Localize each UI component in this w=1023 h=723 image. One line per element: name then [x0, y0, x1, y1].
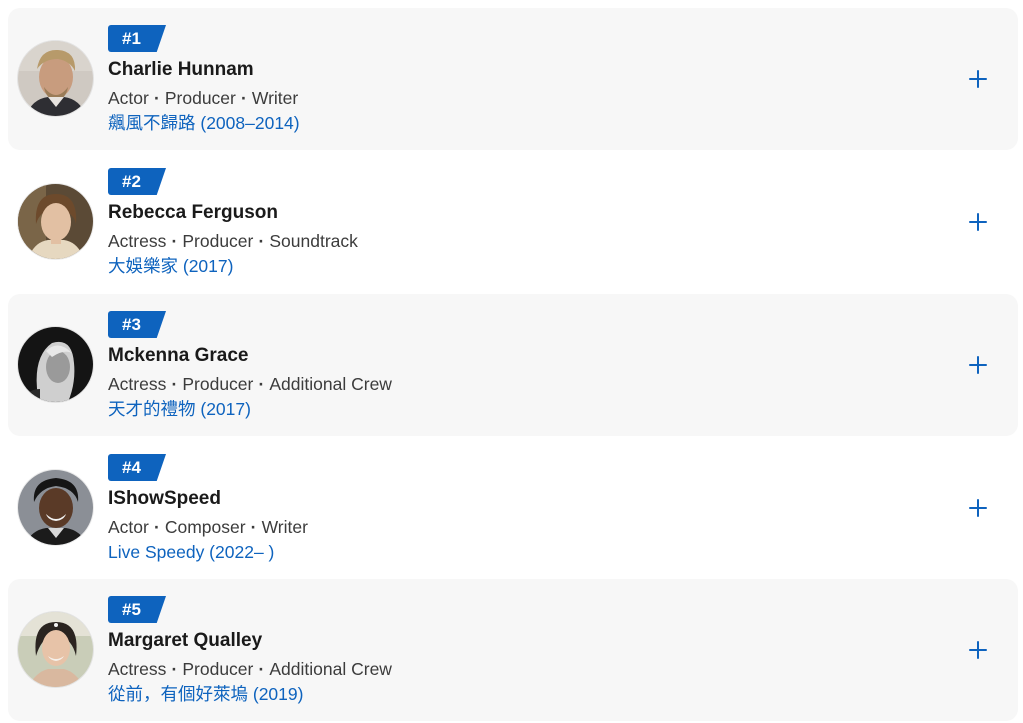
role-label: Producer — [182, 374, 254, 394]
person-name[interactable]: Rebecca Ferguson — [108, 201, 278, 225]
person-photo-icon — [18, 41, 93, 116]
known-for-link[interactable]: 從前，有個好萊塢 (2019) — [108, 682, 303, 706]
list-item: #3 Mckenna Grace Actress · Producer · Additi… — [8, 294, 1018, 436]
rank-badge: #5 — [108, 596, 166, 623]
person-photo-icon — [18, 327, 93, 402]
role-label: Composer — [164, 517, 246, 537]
known-for-link[interactable]: Live Speedy (2022– ) — [108, 540, 274, 564]
role-label: Producer — [182, 659, 254, 679]
person-roles: Actress · Producer · Additional Crew — [108, 372, 392, 396]
person-roles: Actress · Producer · Additional Crew — [108, 657, 392, 681]
role-label: Producer — [164, 88, 236, 108]
role-label: Additional Crew — [269, 374, 392, 394]
known-for-link[interactable]: 大娛樂家 (2017) — [108, 254, 233, 278]
role-separator: · — [250, 517, 257, 537]
role-separator: · — [258, 231, 265, 251]
role-separator: · — [153, 517, 160, 537]
person-name[interactable]: IShowSpeed — [108, 487, 221, 511]
role-label: Writer — [261, 517, 308, 537]
person-roles: Actress · Producer · Soundtrack — [108, 229, 358, 253]
person-photo-icon — [18, 612, 93, 687]
list-item: #1 Charlie Hunnam Actor · Producer · Writer … — [8, 8, 1018, 150]
role-separator: · — [258, 659, 265, 679]
plus-icon[interactable] — [962, 63, 994, 95]
role-label: Actor — [108, 88, 149, 108]
list-item: #4 IShowSpeed Actor · Composer · Writer Live… — [8, 437, 1018, 579]
role-separator: · — [171, 374, 178, 394]
avatar[interactable] — [18, 327, 93, 402]
role-label: Writer — [251, 88, 299, 108]
person-name[interactable]: Charlie Hunnam — [108, 58, 254, 82]
role-label: Additional Crew — [269, 659, 392, 679]
person-roles: Actor · Composer · Writer — [108, 515, 308, 539]
rank-badge: #2 — [108, 168, 166, 195]
role-separator: · — [258, 374, 265, 394]
role-separator: · — [240, 88, 247, 108]
avatar[interactable] — [18, 470, 93, 545]
role-separator: · — [171, 231, 178, 251]
person-name[interactable]: Margaret Qualley — [108, 629, 262, 653]
known-for-link[interactable]: 天才的禮物 (2017) — [108, 397, 251, 421]
role-label: Actress — [108, 231, 167, 251]
person-roles: Actor · Producer · Writer — [108, 86, 298, 110]
list-item: #2 Rebecca Ferguson Actress · Producer · Sou… — [8, 151, 1018, 293]
person-photo-icon — [18, 184, 93, 259]
role-label: Actress — [108, 374, 167, 394]
role-label: Producer — [182, 231, 254, 251]
plus-icon[interactable] — [962, 634, 994, 666]
plus-icon[interactable] — [962, 349, 994, 381]
rank-badge: #1 — [108, 25, 166, 52]
rank-badge: #3 — [108, 311, 166, 338]
role-label: Actor — [108, 517, 149, 537]
role-label: Actress — [108, 659, 167, 679]
person-name[interactable]: Mckenna Grace — [108, 344, 248, 368]
plus-icon[interactable] — [962, 206, 994, 238]
role-separator: · — [153, 88, 160, 108]
person-photo-icon — [18, 470, 93, 545]
role-separator: · — [171, 659, 178, 679]
plus-icon[interactable] — [962, 492, 994, 524]
known-for-link[interactable]: 飆風不歸路 (2008–2014) — [108, 111, 300, 135]
rank-badge: #4 — [108, 454, 166, 481]
avatar[interactable] — [18, 41, 93, 116]
list-item: #5 Margaret Qualley Actress · Producer · Add… — [8, 579, 1018, 721]
people-list: #1 Charlie Hunnam Actor · Producer · Writer … — [0, 0, 1023, 723]
avatar[interactable] — [18, 184, 93, 259]
avatar[interactable] — [18, 612, 93, 687]
role-label: Soundtrack — [269, 231, 358, 251]
